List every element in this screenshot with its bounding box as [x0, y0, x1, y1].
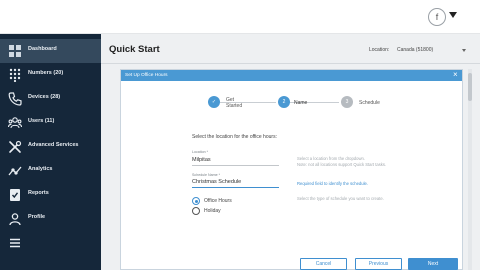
- sidebar-item-label: Numbers (20): [28, 70, 64, 76]
- page-header: Quick Start Location: Canada (51800): [101, 34, 480, 63]
- sidebar-item-numbers[interactable]: Numbers (20): [0, 63, 101, 87]
- schedule-name-field[interactable]: Christmas Schedule: [192, 179, 241, 185]
- step-3-indicator: 3: [341, 96, 353, 108]
- previous-button[interactable]: Previous: [355, 258, 402, 270]
- office-hours-label[interactable]: Office Hours: [204, 198, 232, 204]
- sidebar-item-dashboard[interactable]: Dashboard: [0, 39, 101, 63]
- phone-icon: [8, 92, 22, 106]
- sidebar-item-analytics[interactable]: Analytics: [0, 159, 101, 183]
- menu-icon: [8, 236, 22, 250]
- page-title: Quick Start: [109, 44, 160, 55]
- sidebar-item-advanced-services[interactable]: Advanced Services: [0, 135, 101, 159]
- account-menu-caret-icon[interactable]: [449, 12, 457, 18]
- step-1-label: Get Started: [226, 97, 243, 109]
- profile-icon: [8, 212, 22, 226]
- page-scrollbar[interactable]: [468, 69, 472, 270]
- holiday-label[interactable]: Holiday: [204, 208, 221, 214]
- sidebar-item-label: Users (11): [28, 118, 55, 124]
- sidebar-item-label: Dashboard: [28, 46, 57, 52]
- dialog-header: Set Up Office Hours ×: [121, 70, 462, 81]
- step-1-check-icon: ✓: [208, 96, 220, 108]
- sidebar-item-label: Reports: [28, 190, 49, 196]
- location-select[interactable]: Canada (51800): [397, 47, 433, 53]
- cancel-button[interactable]: Cancel: [300, 258, 347, 270]
- sidebar-item-label: Advanced Services: [28, 142, 79, 148]
- sidebar-item-users[interactable]: Users (11): [0, 111, 101, 135]
- reports-icon: [8, 188, 22, 202]
- sidebar-item-reports[interactable]: Reports: [0, 183, 101, 207]
- sidebar-item-label: Profile: [28, 214, 46, 220]
- office-hours-dialog: Set Up Office Hours × ✓ Get Started 2 Na…: [120, 69, 463, 270]
- top-bar: f: [0, 0, 480, 34]
- dialog-title: Set Up Office Hours: [125, 73, 168, 78]
- dashboard-icon: [8, 44, 22, 58]
- tools-icon: [8, 140, 22, 154]
- step-2-indicator: 2: [278, 96, 290, 108]
- schedule-name-underline: [192, 187, 279, 188]
- scrollbar-thumb[interactable]: [468, 73, 472, 101]
- sidebar-item-profile[interactable]: Profile: [0, 207, 101, 231]
- account-avatar[interactable]: f: [428, 8, 446, 26]
- sidebar-item-devices[interactable]: Devices (28): [0, 87, 101, 111]
- sidebar-item-label: Devices (28): [28, 94, 61, 100]
- step-2-label: Name: [294, 100, 308, 106]
- users-icon: [8, 116, 22, 130]
- header-divider: [101, 63, 480, 64]
- close-icon[interactable]: ×: [453, 71, 458, 79]
- step-3-label: Schedule: [359, 100, 380, 106]
- analytics-icon: [8, 164, 22, 178]
- sidebar: Dashboard Numbers (20) Devices (28) User…: [0, 34, 101, 270]
- location-field[interactable]: Milpitas: [192, 157, 211, 163]
- schedule-name-label: Schedule Name *: [192, 173, 220, 177]
- location-field-underline: [192, 165, 279, 166]
- sidebar-menu-toggle[interactable]: [0, 231, 101, 255]
- location-label: Location:: [369, 47, 390, 53]
- schedule-name-hint: Required field to identify the schedule.: [297, 181, 368, 186]
- office-hours-radio[interactable]: [192, 197, 200, 205]
- location-hint: Select a location from the dropdown. Not…: [297, 156, 387, 167]
- instruction-text: Select the location for the office hours…: [192, 134, 277, 140]
- dialpad-icon: [8, 68, 22, 82]
- chevron-down-icon[interactable]: [462, 49, 466, 52]
- holiday-radio[interactable]: [192, 207, 200, 215]
- location-field-label: Location *: [192, 150, 208, 154]
- sidebar-item-label: Analytics: [28, 166, 53, 172]
- next-button[interactable]: Next: [408, 258, 458, 270]
- schedule-type-hint: Select the type of schedule you want to …: [297, 196, 384, 201]
